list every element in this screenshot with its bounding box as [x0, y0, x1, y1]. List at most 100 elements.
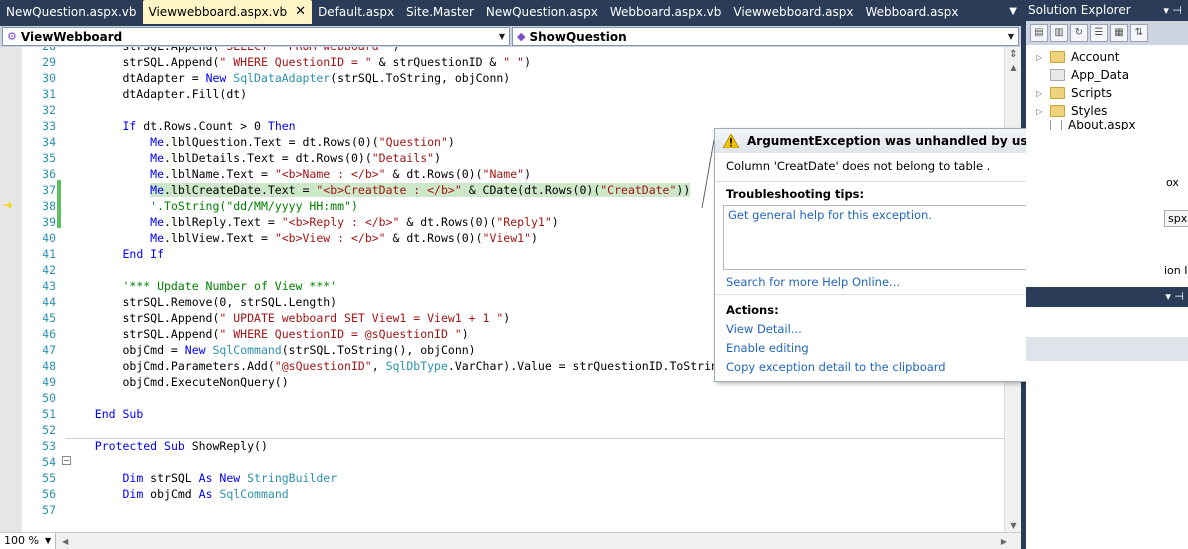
tab-label: Viewwebboard.aspx.vb [148, 5, 288, 19]
scroll-down-icon[interactable]: ▼ [1005, 521, 1022, 530]
folder-icon [1050, 87, 1065, 99]
code-line: objCmd = New SqlCommand(strSQL.ToString(… [74, 343, 476, 357]
zoom-value: 100 % [4, 533, 39, 547]
line-number: 28 [22, 47, 56, 54]
line-number: 51 [42, 407, 56, 421]
line-number: 47 [42, 343, 56, 357]
warning-icon [723, 134, 739, 148]
tree-item-label: Account [1071, 50, 1120, 64]
view-code-icon[interactable]: ☰ [1090, 24, 1108, 42]
code-line: Me.lblDetails.Text = dt.Rows(0)("Details… [150, 151, 441, 165]
method-dropdown[interactable]: ◆ ShowQuestion ▼ [512, 27, 1019, 46]
tab-webboard-vb[interactable]: Webboard.aspx.vb [604, 0, 728, 24]
splitter-icon[interactable]: ⇕ [1007, 49, 1020, 61]
code-line: strSQL.Append(" UPDATE webboard SET View… [74, 311, 511, 325]
editor-bottom-bar: 100 % ▼ ◀ ▶ [0, 532, 1021, 549]
refresh-icon[interactable]: ↻ [1070, 24, 1088, 42]
tab-default-aspx[interactable]: Default.aspx [312, 0, 400, 24]
navigation-bar: ⚙ ViewWebboard ▼ ◆ ShowQuestion ▼ [0, 26, 1021, 47]
tree-item-about[interactable]: About.aspx [1026, 120, 1188, 130]
code-line: Me.lblQuestion.Text = dt.Rows(0)("Questi… [150, 135, 455, 149]
tab-overflow-icon[interactable]: ▼ [1009, 0, 1017, 24]
folder-icon [1050, 105, 1065, 117]
properties-icon[interactable]: ▤ [1030, 24, 1048, 42]
line-number: 42 [42, 263, 56, 277]
class-icon: ⚙ [7, 30, 17, 43]
tab-newquestion-vb[interactable]: NewQuestion.aspx.vb [0, 0, 143, 24]
code-line: strSQL.Append(" WHERE QuestionID = @sQue… [74, 327, 469, 341]
line-number: 44 [42, 295, 56, 309]
tree-item-account[interactable]: ▷ Account [1026, 48, 1188, 66]
code-line: '*** Update Number of View ***' [122, 279, 338, 293]
expand-icon[interactable]: ▷ [1036, 107, 1050, 116]
code-line: Me.lblReply.Text = "<b>Reply : </b>" & d… [150, 215, 559, 229]
line-number: 31 [42, 87, 56, 101]
collapse-icon[interactable]: − [62, 456, 71, 465]
indicator-margin[interactable] [0, 47, 22, 532]
line-number: 34 [42, 135, 56, 149]
line-number: 38 [42, 199, 56, 213]
tab-site-master[interactable]: Site.Master [400, 0, 480, 24]
chevron-down-icon: ▼ [44, 535, 52, 545]
close-icon[interactable]: ✕ [295, 0, 306, 24]
code-line: If dt.Rows.Count > 0 Then [122, 119, 296, 133]
solution-explorer: Solution Explorer ▾ ⊣ ▤ ▥ ↻ ☰ ▦ ⇅ ▷ Acco… [1026, 0, 1188, 549]
code-text[interactable]: strSQL.Append("SELECT * FROM webboard ")… [74, 47, 739, 518]
solution-tree: ▷ Account App_Data ▷ Scripts ▷ Styles Ab… [1026, 45, 1188, 130]
scroll-up-icon[interactable]: ▲ [1005, 63, 1022, 72]
code-line: End Sub [94, 407, 144, 421]
line-number: 53 [42, 439, 56, 453]
properties-title-bar: ▾ ⊣ [1026, 287, 1188, 307]
line-number: 30 [42, 71, 56, 85]
obscured-text-fragment: ion I [1164, 264, 1188, 277]
line-number: 50 [42, 391, 56, 405]
line-number: 29 [42, 55, 56, 69]
tree-item-label: App_Data [1071, 68, 1130, 82]
line-number: 46 [42, 327, 56, 341]
code-line: Me.lblView.Text = "<b>View : </b>" & dt.… [150, 231, 538, 245]
special-folder-icon [1050, 69, 1065, 81]
tree-item-scripts[interactable]: ▷ Scripts [1026, 84, 1188, 102]
folder-icon [1050, 51, 1065, 63]
code-line: Me.lblName.Text = "<b>Name : </b>" & dt.… [150, 167, 532, 181]
expand-icon[interactable]: ▷ [1036, 89, 1050, 98]
chevron-down-icon: ▼ [498, 32, 505, 41]
change-tracking-bar [57, 180, 61, 228]
line-number: 32 [42, 103, 56, 117]
chevron-down-icon: ▼ [1007, 32, 1014, 41]
line-number: 48 [42, 359, 56, 373]
code-line: '.ToString("dd/MM/yyyy HH:mm") [150, 199, 358, 213]
tree-item-label: Styles [1071, 104, 1108, 118]
pin-icon[interactable]: ▾ ⊣ [1163, 0, 1188, 21]
tab-viewwebboard-vb[interactable]: Viewwebboard.aspx.vb ✕ [142, 0, 313, 24]
line-number: 40 [42, 231, 56, 245]
tab-newquestion-aspx[interactable]: NewQuestion.aspx [480, 0, 604, 24]
tab-viewwebboard-aspx[interactable]: Viewwebboard.aspx [727, 0, 859, 24]
scroll-right-icon[interactable]: ▶ [987, 537, 1021, 546]
code-line: End If [122, 247, 165, 261]
class-dropdown[interactable]: ⚙ ViewWebboard ▼ [2, 27, 510, 46]
zoom-dropdown[interactable]: 100 % ▼ [0, 532, 57, 549]
tree-item-styles[interactable]: ▷ Styles [1026, 102, 1188, 120]
line-number: 55 [42, 471, 56, 485]
show-all-files-icon[interactable]: ▥ [1050, 24, 1068, 42]
tree-item-app-data[interactable]: App_Data [1026, 66, 1188, 84]
view-designer-icon[interactable]: ▦ [1110, 24, 1128, 42]
code-line: dtAdapter.Fill(dt) [74, 87, 248, 101]
copy-website-icon[interactable]: ⇅ [1130, 24, 1148, 42]
scroll-left-icon[interactable]: ◀ [56, 537, 74, 546]
expand-icon[interactable]: ▷ [1036, 53, 1050, 62]
line-number: 33 [42, 119, 56, 133]
class-dropdown-value: ViewWebboard [20, 29, 123, 44]
pin-icon[interactable]: ▾ ⊣ [1165, 290, 1184, 303]
tab-webboard-aspx[interactable]: Webboard.aspx [859, 0, 964, 24]
code-line: Dim objCmd As SqlCommand [122, 487, 289, 501]
document-tab-bar: NewQuestion.aspx.vb Viewwebboard.aspx.vb… [0, 0, 1021, 24]
line-number: 57 [42, 503, 56, 517]
